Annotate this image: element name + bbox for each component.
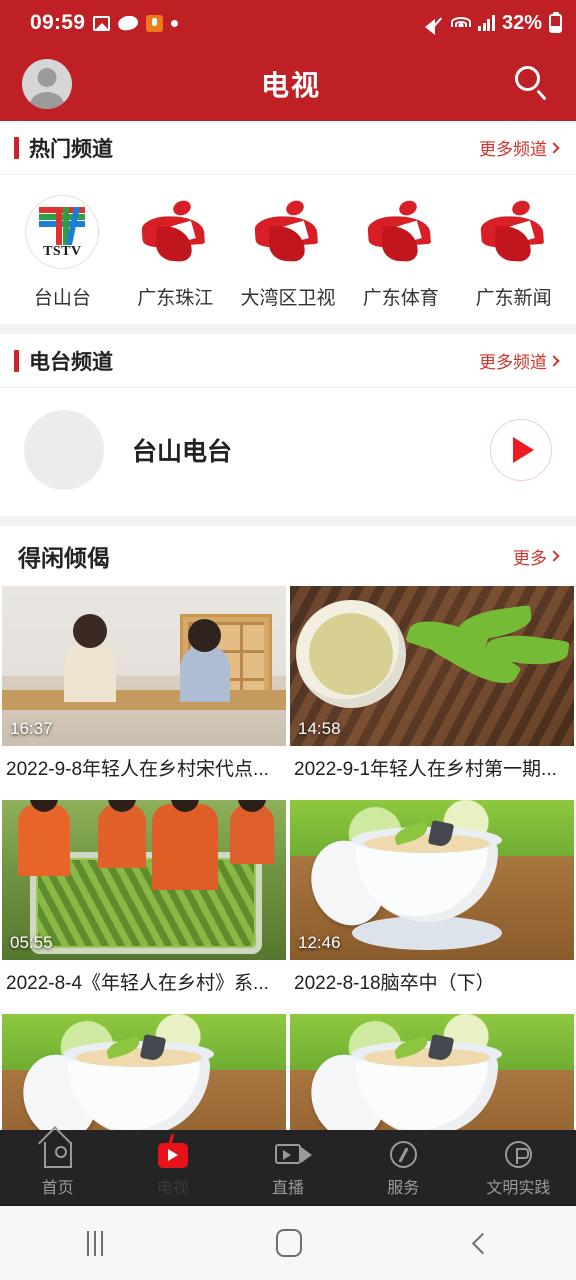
page-title: 电视	[260, 69, 321, 101]
tab-home[interactable]: 首页	[0, 1138, 115, 1198]
hot-channels-more-label: 更多频道	[479, 140, 547, 159]
tab-service[interactable]: 服务	[346, 1138, 461, 1198]
radio-station-name: 台山电台	[132, 438, 233, 466]
recents-button[interactable]	[86, 1230, 103, 1256]
video-card[interactable]: 16:37 2022-9-8年轻人在乡村宋代点...	[0, 586, 288, 800]
hot-channels-section: 热门频道 更多频道 TSTV 台山台 广东珠江 大湾区卫视 广东体育 广东新闻	[0, 121, 576, 324]
hot-channels-title-group: 热门频道	[14, 133, 113, 163]
photo-icon	[93, 15, 111, 31]
channel-label: 广东新闻	[475, 288, 552, 309]
play-icon[interactable]	[490, 419, 552, 481]
android-nav-bar	[0, 1205, 576, 1280]
search-icon[interactable]	[510, 62, 554, 106]
avatar[interactable]	[22, 58, 72, 109]
channel-label: 广东珠江	[137, 288, 214, 309]
video-duration: 16:37	[10, 719, 53, 738]
video-duration: 14:58	[298, 719, 341, 738]
tab-live[interactable]: 直播	[230, 1138, 345, 1198]
video-card[interactable]: 12:46 2022-8-18脑卒中（下）	[288, 799, 576, 1014]
tstv-logo: TSTV	[23, 193, 101, 271]
tab-civilization[interactable]: 文明实践	[461, 1138, 576, 1198]
live-icon	[272, 1138, 312, 1168]
videos-more-button[interactable]: 更多	[513, 544, 560, 569]
back-button[interactable]	[471, 1232, 493, 1254]
app-header: 电视	[0, 46, 576, 121]
videos-title: 得闲倾偈	[18, 545, 110, 571]
chevron-right-icon	[548, 550, 560, 562]
channel-label: 广东体育	[362, 288, 439, 309]
video-duration: 05:55	[10, 932, 53, 952]
mute-icon	[425, 15, 444, 35]
videos-grid: 16:37 2022-9-8年轻人在乡村宋代点... 14:58 2022-9-…	[0, 586, 576, 1178]
channel-label: 台山台	[33, 288, 91, 309]
signal-icon	[478, 15, 495, 31]
accent-bar	[14, 136, 19, 159]
home-button[interactable]	[275, 1229, 302, 1257]
channel-item-xinwen[interactable]: 广东新闻	[457, 193, 570, 310]
radio-channels-more-button[interactable]: 更多频道	[479, 348, 560, 373]
video-duration: 12:46	[298, 932, 341, 952]
video-title: 2022-8-18脑卒中（下）	[294, 972, 495, 994]
video-thumbnail[interactable]: 05:55	[2, 799, 286, 960]
accent-bar	[14, 349, 19, 372]
radio-channels-section: 电台频道 更多频道 台山电台	[0, 334, 576, 516]
status-time: 09:59	[30, 11, 86, 34]
battery-icon	[549, 13, 562, 33]
channel-item-taishan[interactable]: TSTV 台山台	[6, 193, 119, 310]
bottom-tab-bar: 首页 电视 直播 服务 文明实践	[0, 1130, 576, 1205]
channel-item-tiyu[interactable]: 广东体育	[344, 193, 457, 310]
wifi-icon	[451, 15, 472, 31]
tab-label: 直播	[272, 1179, 305, 1197]
tv-icon	[157, 1138, 189, 1168]
tab-label: 文明实践	[486, 1179, 551, 1197]
tab-label: 首页	[41, 1179, 74, 1197]
videos-section: 得闲倾偈 更多 16:37 2022-9-8年轻人在乡村宋代点... 14:58…	[0, 526, 576, 1178]
chevron-right-icon	[548, 141, 560, 154]
video-title: 2022-9-1年轻人在乡村第一期...	[294, 759, 557, 780]
radio-channels-title: 电台频道	[29, 350, 113, 374]
status-bar-right: 32%	[425, 12, 562, 35]
gdtv-logo	[249, 193, 327, 271]
tab-label: 电视	[156, 1179, 189, 1197]
status-bar-left: 09:59	[30, 11, 179, 35]
chevron-right-icon	[548, 354, 560, 367]
hot-channels-header: 热门频道 更多频道	[0, 121, 576, 175]
tab-label: 服务	[387, 1179, 420, 1197]
video-title: 2022-8-4《年轻人在乡村》系...	[6, 972, 269, 994]
home-icon	[42, 1138, 74, 1168]
video-card[interactable]: 14:58 2022-9-1年轻人在乡村第一期...	[288, 586, 576, 800]
tab-tv[interactable]: 电视	[115, 1138, 230, 1198]
radio-channels-more-label: 更多频道	[479, 353, 547, 372]
video-thumbnail[interactable]: 12:46	[290, 799, 574, 960]
app-icon	[146, 14, 164, 32]
radio-station-row[interactable]: 台山电台	[0, 388, 576, 516]
video-thumbnail[interactable]: 16:37	[2, 586, 286, 746]
dot-icon	[171, 19, 179, 27]
radio-channels-header: 电台频道 更多频道	[0, 334, 576, 388]
channel-item-zhujiang[interactable]: 广东珠江	[119, 193, 232, 310]
app-root: 09:59 32% 电视 热门频道 更多频道 TSTV 台山台 广东珠江 大湾区…	[0, 0, 576, 1280]
videos-header: 得闲倾偈 更多	[0, 526, 576, 586]
video-title: 2022-9-8年轻人在乡村宋代点...	[6, 759, 269, 780]
section-divider	[0, 324, 576, 334]
flag-icon	[502, 1138, 534, 1168]
radio-station-avatar	[24, 410, 104, 490]
channel-label: 大湾区卫视	[240, 288, 336, 309]
hot-channels-title: 热门频道	[29, 137, 113, 161]
hot-channels-list: TSTV 台山台 广东珠江 大湾区卫视 广东体育 广东新闻	[0, 175, 576, 324]
radio-channels-title-group: 电台频道	[14, 346, 113, 376]
battery-percent: 32%	[501, 11, 542, 34]
video-card[interactable]: 05:55 2022-8-4《年轻人在乡村》系...	[0, 799, 288, 1014]
gdtv-logo	[136, 193, 214, 271]
video-thumbnail[interactable]: 14:58	[290, 586, 574, 746]
channel-item-dawanqu[interactable]: 大湾区卫视	[232, 193, 345, 310]
videos-more-label: 更多	[513, 548, 547, 568]
gdtv-logo	[475, 193, 553, 271]
section-divider	[0, 516, 576, 526]
compass-icon	[387, 1138, 419, 1168]
gdtv-logo	[362, 193, 440, 271]
hot-channels-more-button[interactable]: 更多频道	[479, 135, 560, 160]
blob-icon	[116, 14, 140, 32]
status-bar: 09:59 32%	[0, 0, 576, 46]
